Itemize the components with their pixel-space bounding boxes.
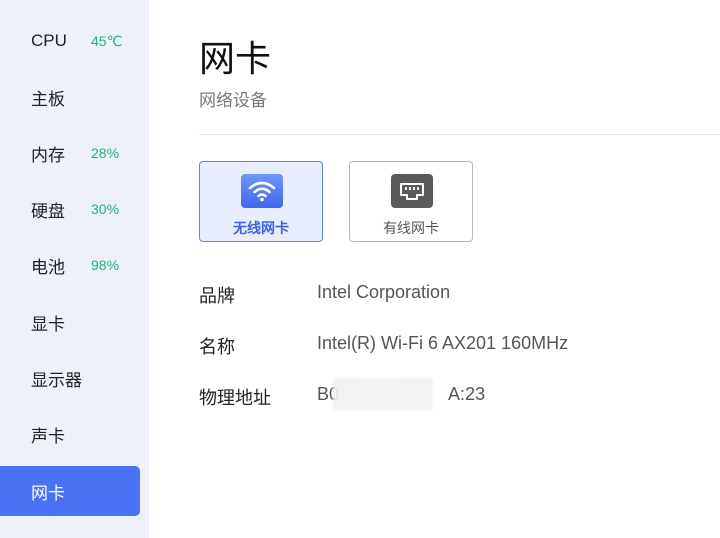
page-title: 网卡 — [199, 38, 272, 79]
sidebar-item-motherboard[interactable]: 主板 — [0, 72, 140, 122]
name-value: Intel(R) Wi-Fi 6 AX201 160MHz — [317, 333, 569, 353]
memory-usage-badge: 28% — [91, 145, 120, 161]
cpu-temperature-badge: 45℃ — [91, 32, 123, 49]
sidebar-item-label: 硬盘 — [31, 201, 65, 221]
divider — [199, 134, 720, 135]
sidebar-item-battery[interactable]: 电池 98% — [0, 240, 140, 290]
sidebar-item-label: 电池 — [31, 257, 65, 277]
sidebar-item-display[interactable]: 显示器 — [0, 353, 140, 403]
sidebar-item-label: 显示器 — [31, 370, 82, 390]
brand-value: Intel Corporation — [317, 282, 451, 302]
wireless-adapter-card[interactable]: 无线网卡 — [199, 161, 323, 242]
mac-address-label: 物理地址 — [199, 388, 271, 408]
brand-label: 品牌 — [199, 286, 235, 306]
sidebar-item-network-card[interactable]: 网卡 — [0, 466, 140, 516]
card-label: 有线网卡 — [383, 220, 439, 236]
sidebar-item-label: 显卡 — [31, 314, 65, 334]
sidebar-item-memory[interactable]: 内存 28% — [0, 128, 140, 178]
sidebar-item-label: 主板 — [31, 89, 65, 109]
wired-adapter-card[interactable]: 有线网卡 — [349, 161, 473, 242]
sidebar-item-label: 网卡 — [31, 483, 65, 503]
sidebar-item-label: 内存 — [31, 145, 65, 165]
sidebar-item-label: CPU — [31, 31, 67, 50]
sidebar-item-graphics-card[interactable]: 显卡 — [0, 297, 140, 347]
battery-level-badge: 98% — [91, 257, 120, 273]
sidebar-item-disk[interactable]: 硬盘 30% — [0, 184, 140, 234]
name-label: 名称 — [199, 337, 235, 357]
disk-usage-badge: 30% — [91, 201, 120, 217]
sidebar-item-label: 声卡 — [31, 426, 65, 446]
sidebar: CPU 45℃ 主板 内存 28% 硬盘 30% 电池 98% 显卡 显示器 声… — [0, 0, 149, 538]
wifi-icon — [241, 174, 283, 208]
card-label: 无线网卡 — [233, 220, 289, 236]
sidebar-item-sound-card[interactable]: 声卡 — [0, 409, 140, 459]
ethernet-port-icon — [391, 174, 433, 208]
page-subtitle: 网络设备 — [199, 91, 267, 110]
sidebar-item-cpu[interactable]: CPU 45℃ — [0, 16, 140, 66]
redaction-blur — [333, 378, 433, 410]
